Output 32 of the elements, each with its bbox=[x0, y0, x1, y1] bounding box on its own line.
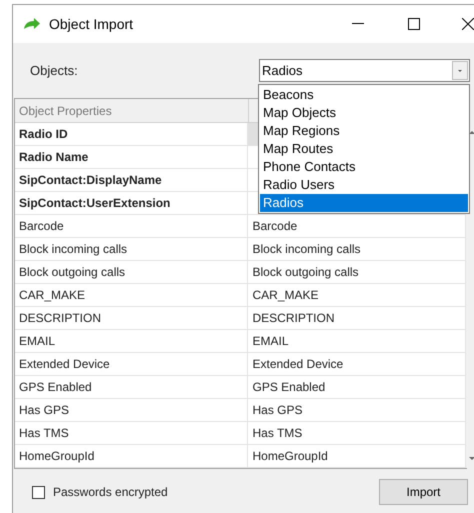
table-cell: EMAIL bbox=[15, 330, 248, 352]
dropdown-option[interactable]: Map Regions bbox=[260, 122, 468, 140]
arrow-icon bbox=[23, 18, 41, 30]
close-icon[interactable] bbox=[462, 18, 474, 30]
table-cell: SipContact:UserExtension bbox=[15, 192, 248, 214]
dropdown-option[interactable]: Radio Users bbox=[260, 176, 468, 194]
dropdown-option[interactable]: Radios bbox=[260, 194, 468, 212]
table-cell: GPS Enabled bbox=[15, 376, 248, 398]
table-cell: DESCRIPTION bbox=[15, 307, 248, 329]
table-cell: Has GPS bbox=[15, 399, 248, 421]
table-cell: Block outgoing calls bbox=[15, 261, 248, 283]
dropdown-option[interactable]: Map Objects bbox=[260, 104, 468, 122]
checkbox-label: Passwords encrypted bbox=[53, 484, 168, 501]
import-button[interactable]: Import bbox=[379, 479, 468, 505]
objects-combo[interactable]: Radios bbox=[259, 59, 470, 82]
dropdown-option[interactable]: Beacons bbox=[260, 86, 468, 104]
column-header: Object Properties bbox=[15, 99, 249, 122]
dropdown-option[interactable]: Phone Contacts bbox=[260, 158, 468, 176]
minimize-icon[interactable] bbox=[352, 23, 364, 25]
table-cell: Barcode bbox=[15, 215, 248, 237]
table-cell: HomeGroupId bbox=[15, 445, 248, 467]
objects-label: Objects: bbox=[30, 62, 78, 80]
table-cell: Has TMS bbox=[15, 422, 248, 444]
checkbox[interactable] bbox=[32, 486, 45, 498]
table-cell: Block incoming calls bbox=[15, 238, 248, 260]
table-cell: CAR_MAKE bbox=[15, 284, 248, 306]
table-cell: SipContact:DisplayName bbox=[15, 169, 248, 191]
table-cell: Radio Name bbox=[15, 146, 248, 168]
maximize-icon[interactable] bbox=[408, 18, 420, 30]
dropdown-option[interactable]: Map Routes bbox=[260, 140, 468, 158]
window-title: Object Import bbox=[49, 14, 134, 34]
table-cell: Extended Device bbox=[15, 353, 248, 375]
